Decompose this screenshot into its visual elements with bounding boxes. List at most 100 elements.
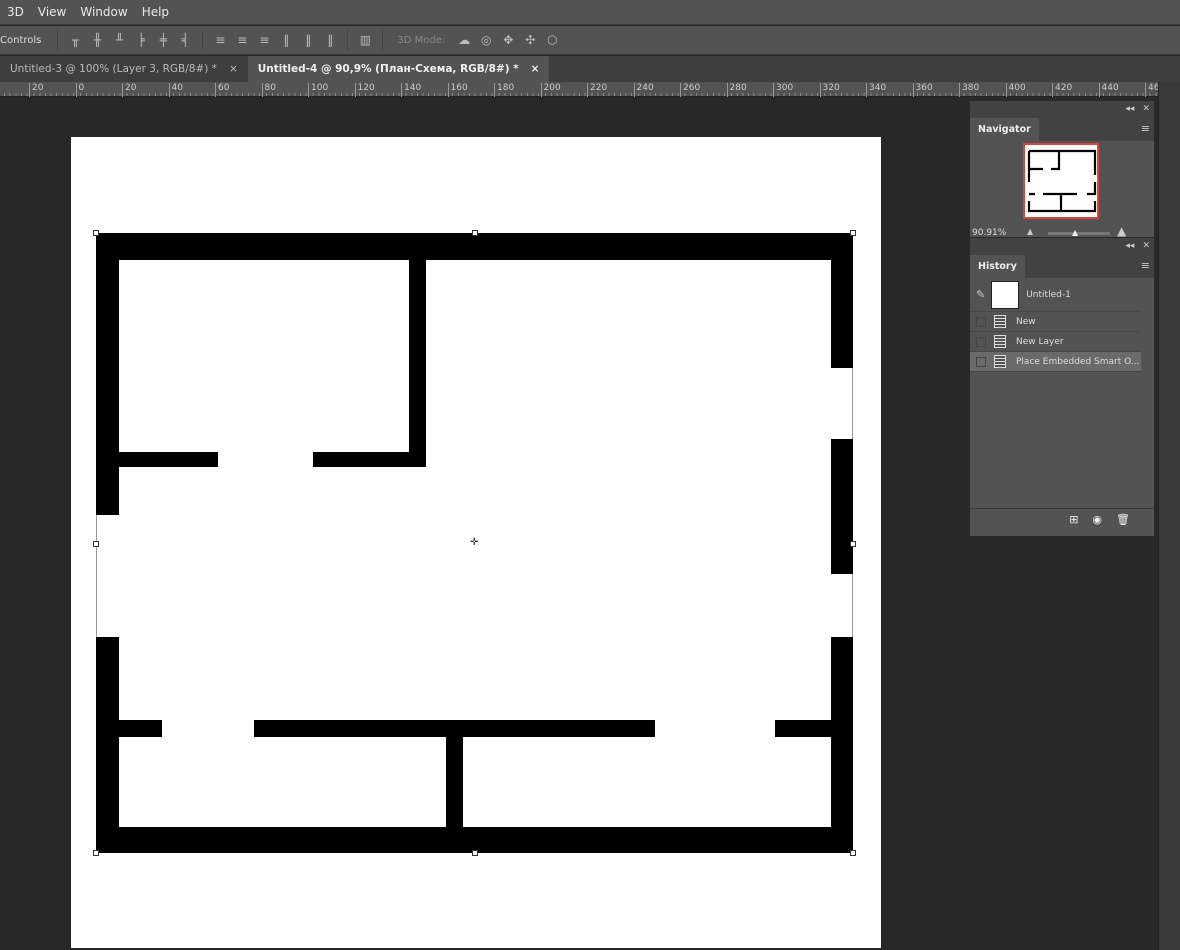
- history-item-selected[interactable]: Place Embedded Smart O...: [970, 352, 1141, 372]
- tab-untitled-3[interactable]: Untitled-3 @ 100% (Layer 3, RGB/8#) * ×: [0, 56, 248, 82]
- transform-handle[interactable]: [850, 230, 856, 236]
- divider: [202, 30, 204, 50]
- floor-plan-wall: [313, 452, 426, 467]
- floor-plan-wall: [96, 233, 853, 260]
- panel-menu-icon[interactable]: ≡: [1137, 122, 1154, 141]
- tab-label: Untitled-4 @ 90,9% (План-Схема, RGB/8#) …: [257, 63, 519, 75]
- ruler-tick-label: 220: [587, 83, 607, 97]
- ruler-tick-label: 340: [866, 83, 886, 97]
- menu-3d[interactable]: 3D: [0, 5, 31, 19]
- tab-history[interactable]: History: [970, 255, 1025, 278]
- align-left-icon[interactable]: ╞: [135, 34, 147, 46]
- floor-plan-wall: [831, 637, 853, 853]
- ruler-tick-label: 320: [819, 83, 840, 97]
- distribute-vcenter-icon[interactable]: ≡: [236, 34, 248, 46]
- auto-align-icon[interactable]: ▥: [359, 34, 371, 46]
- history-item-label: New Layer: [1016, 336, 1064, 347]
- history-item[interactable]: New: [970, 312, 1141, 332]
- snapshot-thumbnail: [991, 280, 1020, 309]
- 3d-slide-icon[interactable]: ✣: [524, 34, 536, 46]
- close-icon[interactable]: ✕: [1142, 241, 1150, 251]
- ruler-tick-label: 440: [1098, 83, 1119, 97]
- document-canvas[interactable]: ✛: [71, 137, 881, 948]
- vertical-scrollbar[interactable]: [1158, 82, 1180, 950]
- close-icon[interactable]: ×: [229, 63, 238, 75]
- history-state-icon: [994, 355, 1006, 368]
- close-icon[interactable]: ✕: [1142, 104, 1150, 114]
- floor-plan-wall: [96, 233, 119, 515]
- align-top-icon[interactable]: ╥: [69, 34, 81, 46]
- ruler-tick-label: 80: [261, 83, 276, 97]
- transform-handle[interactable]: [472, 850, 478, 856]
- align-hcenter-icon[interactable]: ╪: [157, 34, 169, 46]
- checkbox[interactable]: [976, 316, 986, 327]
- transform-handle[interactable]: [472, 230, 478, 236]
- transform-handle[interactable]: [850, 850, 856, 856]
- transform-center-icon[interactable]: ✛: [470, 537, 478, 548]
- show-transform-controls-label[interactable]: Controls: [0, 35, 41, 46]
- checkbox[interactable]: [976, 356, 986, 367]
- floor-plan-wall: [775, 720, 831, 737]
- floor-plan-wall: [119, 452, 218, 467]
- ruler-tick-label: 20: [29, 83, 43, 97]
- 3d-mode-label: 3D Mode:: [397, 34, 446, 46]
- align-vcenter-icon[interactable]: ╫: [91, 34, 103, 46]
- zoom-in-icon[interactable]: ▲: [1117, 224, 1126, 238]
- menu-window[interactable]: Window: [73, 5, 134, 19]
- close-icon[interactable]: ×: [531, 63, 540, 75]
- floor-plan-wall: [446, 737, 463, 827]
- menu-help[interactable]: Help: [135, 5, 176, 19]
- align-right-icon[interactable]: ╡: [179, 34, 191, 46]
- divider: [382, 30, 384, 50]
- checkbox[interactable]: [976, 336, 986, 347]
- distribute-hcenter-icon[interactable]: ‖: [302, 34, 314, 46]
- transform-bounding-line: [852, 574, 853, 637]
- panel-menu-icon[interactable]: ≡: [1137, 259, 1154, 278]
- history-brush-icon[interactable]: ✎: [976, 288, 985, 301]
- horizontal-ruler[interactable]: 20 0 20 40 60 80 100 120 140 160 180 200 220 240 260 28…: [0, 82, 1165, 97]
- new-document-from-state-icon[interactable]: ⊞: [1069, 513, 1078, 526]
- transform-handle[interactable]: [93, 230, 99, 236]
- zoom-out-icon[interactable]: ▲: [1027, 227, 1033, 236]
- navigator-panel: ◂◂ ✕ Navigator ≡ 90.91% ▲ ▲ ▲: [969, 100, 1155, 240]
- ruler-tick-label: 400: [1005, 83, 1026, 97]
- distribute-top-icon[interactable]: ≡: [214, 34, 226, 46]
- tab-untitled-4[interactable]: Untitled-4 @ 90,9% (План-Схема, RGB/8#) …: [247, 56, 550, 82]
- align-bottom-icon[interactable]: ╨: [113, 34, 125, 46]
- trash-icon[interactable]: 🗑: [1116, 513, 1130, 526]
- ruler-tick-label: 180: [494, 83, 514, 97]
- distribute-right-icon[interactable]: ‖: [324, 34, 336, 46]
- transform-handle[interactable]: [93, 541, 99, 547]
- 3d-roll-icon[interactable]: ◎: [480, 34, 492, 46]
- collapse-icon[interactable]: ◂◂: [1125, 241, 1134, 251]
- ruler-tick-label: 160: [447, 83, 468, 97]
- 3d-pan-icon[interactable]: ✥: [502, 34, 514, 46]
- zoom-slider-thumb[interactable]: ▲: [1072, 228, 1078, 237]
- navigator-preview[interactable]: [1023, 143, 1099, 219]
- history-item-label: Place Embedded Smart O...: [1016, 356, 1140, 367]
- ruler-tick-label: 100: [308, 83, 328, 97]
- divider: [57, 30, 59, 50]
- menu-view[interactable]: View: [31, 5, 73, 19]
- transform-bounding-line: [96, 515, 97, 637]
- navigator-thumbnail: [1027, 149, 1097, 213]
- camera-icon[interactable]: ◉: [1092, 513, 1102, 526]
- history-item[interactable]: New Layer: [970, 332, 1141, 352]
- transform-handle[interactable]: [93, 850, 99, 856]
- floor-plan-wall: [96, 637, 119, 853]
- distribute-bottom-icon[interactable]: ≡: [258, 34, 270, 46]
- 3d-scale-icon[interactable]: ⬡: [546, 34, 558, 46]
- floor-plan-wall: [119, 720, 162, 737]
- ruler-tick-label: 240: [633, 83, 654, 97]
- transform-handle[interactable]: [850, 541, 856, 547]
- collapse-icon[interactable]: ◂◂: [1125, 104, 1134, 114]
- zoom-slider[interactable]: [1048, 232, 1110, 235]
- floor-plan-wall: [831, 439, 853, 574]
- tab-navigator[interactable]: Navigator: [970, 118, 1039, 141]
- history-snapshot[interactable]: ✎ Untitled-1: [970, 278, 1141, 312]
- distribute-left-icon[interactable]: ‖: [280, 34, 292, 46]
- history-footer: ⊞ ◉ 🗑: [970, 508, 1154, 530]
- 3d-orbit-icon[interactable]: ☁: [458, 34, 470, 46]
- ruler-tick-label: 140: [401, 83, 421, 97]
- tab-label: Untitled-3 @ 100% (Layer 3, RGB/8#) *: [10, 63, 217, 75]
